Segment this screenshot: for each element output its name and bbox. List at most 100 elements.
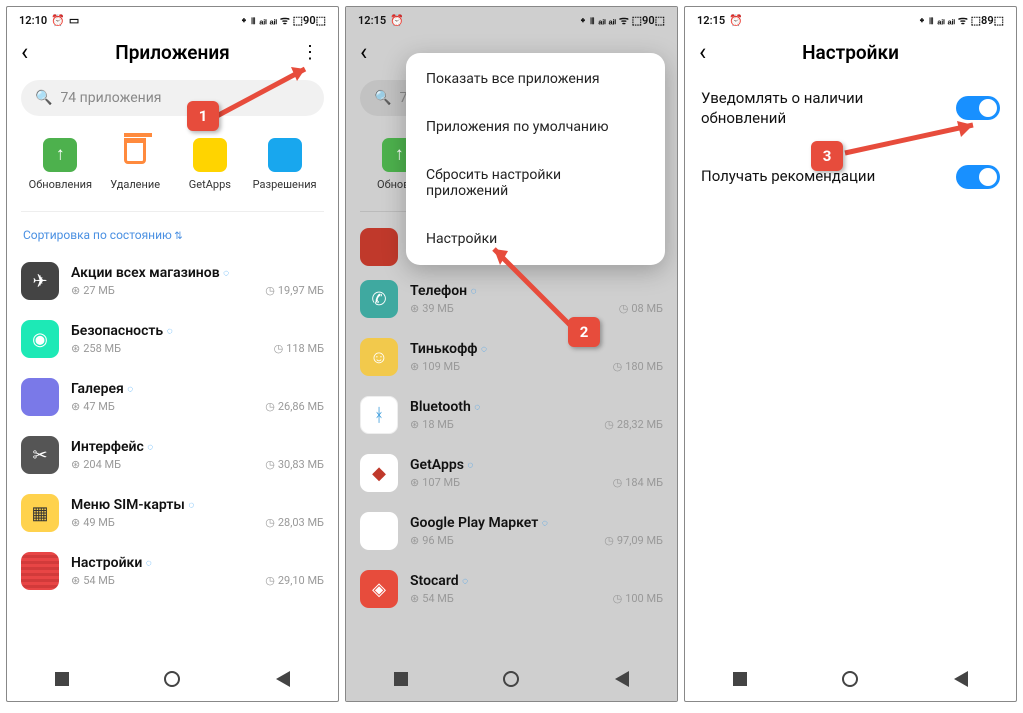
app-icon: ᚼ	[360, 396, 398, 434]
app-row[interactable]: ▦ Меню SIM-карты ◌ 49 МБ28,03 МБ	[21, 484, 324, 542]
app-row[interactable]: Галерея ◌ 47 МБ26,86 МБ	[21, 368, 324, 426]
status-time: 12:15	[697, 14, 725, 27]
action-label: Обновления	[23, 178, 98, 191]
storage-size: 29,10 МБ	[265, 574, 324, 587]
app-list: ✈ Акции всех магазинов ◌ 27 МБ19,97 МБ ◉…	[21, 252, 324, 658]
nav-home[interactable]	[842, 671, 858, 687]
storage-size: 19,97 МБ	[265, 284, 324, 297]
header: ‹ Приложения ⋮	[21, 30, 324, 70]
app-row[interactable]: ◆ GetApps ◌ 107 МБ184 МБ	[360, 444, 663, 502]
android-navbar	[7, 658, 338, 701]
setting-row-update-notify: Уведомлять о наличии обновлений	[699, 70, 1002, 147]
app-row[interactable]: Настройки ◌ 54 МБ29,10 МБ	[21, 542, 324, 600]
header: ‹ Настройки	[699, 30, 1002, 70]
popup-item-show-all[interactable]: Показать все приложения	[406, 55, 665, 103]
back-button[interactable]: ‹	[21, 40, 49, 64]
back-button[interactable]: ‹	[699, 40, 727, 64]
app-name: Bluetooth	[410, 399, 471, 415]
action-uninstall[interactable]: Удаление	[98, 138, 173, 191]
action-label: GetApps	[173, 178, 248, 191]
toggle-recommendations[interactable]	[956, 165, 1000, 189]
annotation-badge-3: 3	[811, 141, 843, 171]
app-name: Телефон	[410, 283, 467, 299]
loading-icon: ◌	[462, 576, 468, 587]
app-name: GetApps	[410, 457, 464, 473]
nav-back[interactable]	[954, 671, 968, 687]
app-row[interactable]: ✆ Телефон ◌ 39 МБ08 МБ	[360, 270, 663, 328]
nav-recents[interactable]	[394, 672, 408, 686]
ram-size: 54 МБ	[71, 574, 115, 587]
app-icon	[360, 228, 398, 266]
getapps-icon	[193, 138, 227, 172]
popup-item-settings[interactable]: Настройки	[406, 215, 665, 263]
app-icon	[21, 552, 59, 590]
action-updates[interactable]: ↑ Обновления	[23, 138, 98, 191]
app-icon: ☺	[360, 338, 398, 376]
app-list: ✆ Телефон ◌ 39 МБ08 МБ ☺ Тинькофф ◌ 109 …	[360, 270, 663, 658]
nav-recents[interactable]	[55, 672, 69, 686]
ram-size: 204 МБ	[71, 458, 121, 471]
overflow-menu-button[interactable]: ⋮	[296, 42, 324, 63]
app-row[interactable]: ᚼ Bluetooth ◌ 18 МБ28,32 МБ	[360, 386, 663, 444]
ram-size: 258 МБ	[71, 342, 121, 355]
storage-size: 184 МБ	[613, 476, 663, 489]
screenshot-panel-2: 12:15 ⏰ ᛭ ⫴ ₐᵢₗ ₐᵢₗ ᯤ ⬚90⬚ ‹ 🔍 74 пр ↑ О…	[345, 6, 678, 702]
action-getapps[interactable]: GetApps	[173, 138, 248, 191]
ram-size: 49 МБ	[71, 516, 115, 529]
back-button[interactable]: ‹	[360, 40, 388, 64]
ram-size: 39 МБ	[410, 302, 454, 315]
android-navbar	[346, 658, 677, 701]
status-bar: 12:10 ⏰ ▭ ᛭ ⫴ ₐᵢₗ ₐᵢₗ ᯤ ⬚90⬚	[7, 7, 338, 30]
screenshot-panel-1: 12:10 ⏰ ▭ ᛭ ⫴ ₐᵢₗ ₐᵢₗ ᯤ ⬚90⬚ ‹ Приложени…	[6, 6, 339, 702]
app-row[interactable]: ✂ Интерфейс ◌ 204 МБ30,83 МБ	[21, 426, 324, 484]
nav-back[interactable]	[615, 671, 629, 687]
app-row[interactable]: ☺ Тинькофф ◌ 109 МБ180 МБ	[360, 328, 663, 386]
app-icon: ▶	[360, 512, 398, 550]
ram-size: 18 МБ	[410, 418, 454, 431]
nav-recents[interactable]	[733, 672, 747, 686]
annotation-badge-2: 2	[568, 317, 600, 347]
storage-size: 08 МБ	[619, 302, 663, 315]
page-title: Настройки	[727, 41, 974, 64]
status-time: 12:10	[19, 14, 47, 27]
arrow-up-icon: ↑	[395, 143, 404, 164]
app-row[interactable]: ◉ Безопасность ◌ 258 МБ118 МБ	[21, 310, 324, 368]
setting-row-recommendations: Получать рекомендации	[699, 147, 1002, 207]
ram-size: 107 МБ	[410, 476, 460, 489]
app-name: Тинькофф	[410, 341, 478, 357]
popup-item-reset[interactable]: Сбросить настройки приложений	[406, 151, 665, 215]
action-label: Разрешения	[247, 178, 322, 191]
loading-icon: ◌	[167, 326, 173, 337]
storage-size: 30,83 МБ	[265, 458, 324, 471]
search-placeholder: 74 приложения	[60, 90, 161, 106]
loading-icon: ◌	[127, 384, 133, 395]
toggle-update-notify[interactable]	[956, 96, 1000, 120]
app-name: Настройки	[71, 555, 142, 571]
setting-label: Уведомлять о наличии обновлений	[701, 88, 916, 129]
nav-home[interactable]	[503, 671, 519, 687]
page-title: Приложения	[49, 41, 296, 64]
app-name: Меню SIM-карты	[71, 497, 185, 513]
app-name: Галерея	[71, 381, 124, 397]
app-row[interactable]: ✈ Акции всех магазинов ◌ 27 МБ19,97 МБ	[21, 252, 324, 310]
status-bar: 12:15 ⏰ ᛭ ⫴ ₐᵢₗ ₐᵢₗ ᯤ ⬚89⬚	[685, 7, 1016, 30]
alarm-icon: ⏰	[51, 14, 65, 27]
sort-dropdown[interactable]: Сортировка по состоянию	[21, 212, 324, 252]
trash-icon	[124, 138, 146, 164]
nav-back[interactable]	[276, 671, 290, 687]
storage-size: 97,09 МБ	[604, 534, 663, 547]
search-icon: 🔍	[374, 90, 391, 106]
ram-size: 27 МБ	[71, 284, 115, 297]
status-right-icons: ᛭ ⫴ ₐᵢₗ ₐᵢₗ ᯤ ⬚90⬚	[241, 13, 326, 28]
popup-item-default-apps[interactable]: Приложения по умолчанию	[406, 103, 665, 151]
storage-size: 180 МБ	[613, 360, 663, 373]
app-name: Безопасность	[71, 323, 163, 339]
search-input[interactable]: 🔍 74 приложения	[21, 80, 324, 116]
app-row[interactable]: ◈ Stocard ◌ 54 МБ100 МБ	[360, 560, 663, 618]
app-row[interactable]: ▶ Google Play Маркет ◌ 96 МБ97,09 МБ	[360, 502, 663, 560]
android-navbar	[685, 658, 1016, 701]
app-name: Stocard	[410, 573, 459, 589]
nav-home[interactable]	[164, 671, 180, 687]
ram-size: 96 МБ	[410, 534, 454, 547]
action-permissions[interactable]: Разрешения	[247, 138, 322, 191]
